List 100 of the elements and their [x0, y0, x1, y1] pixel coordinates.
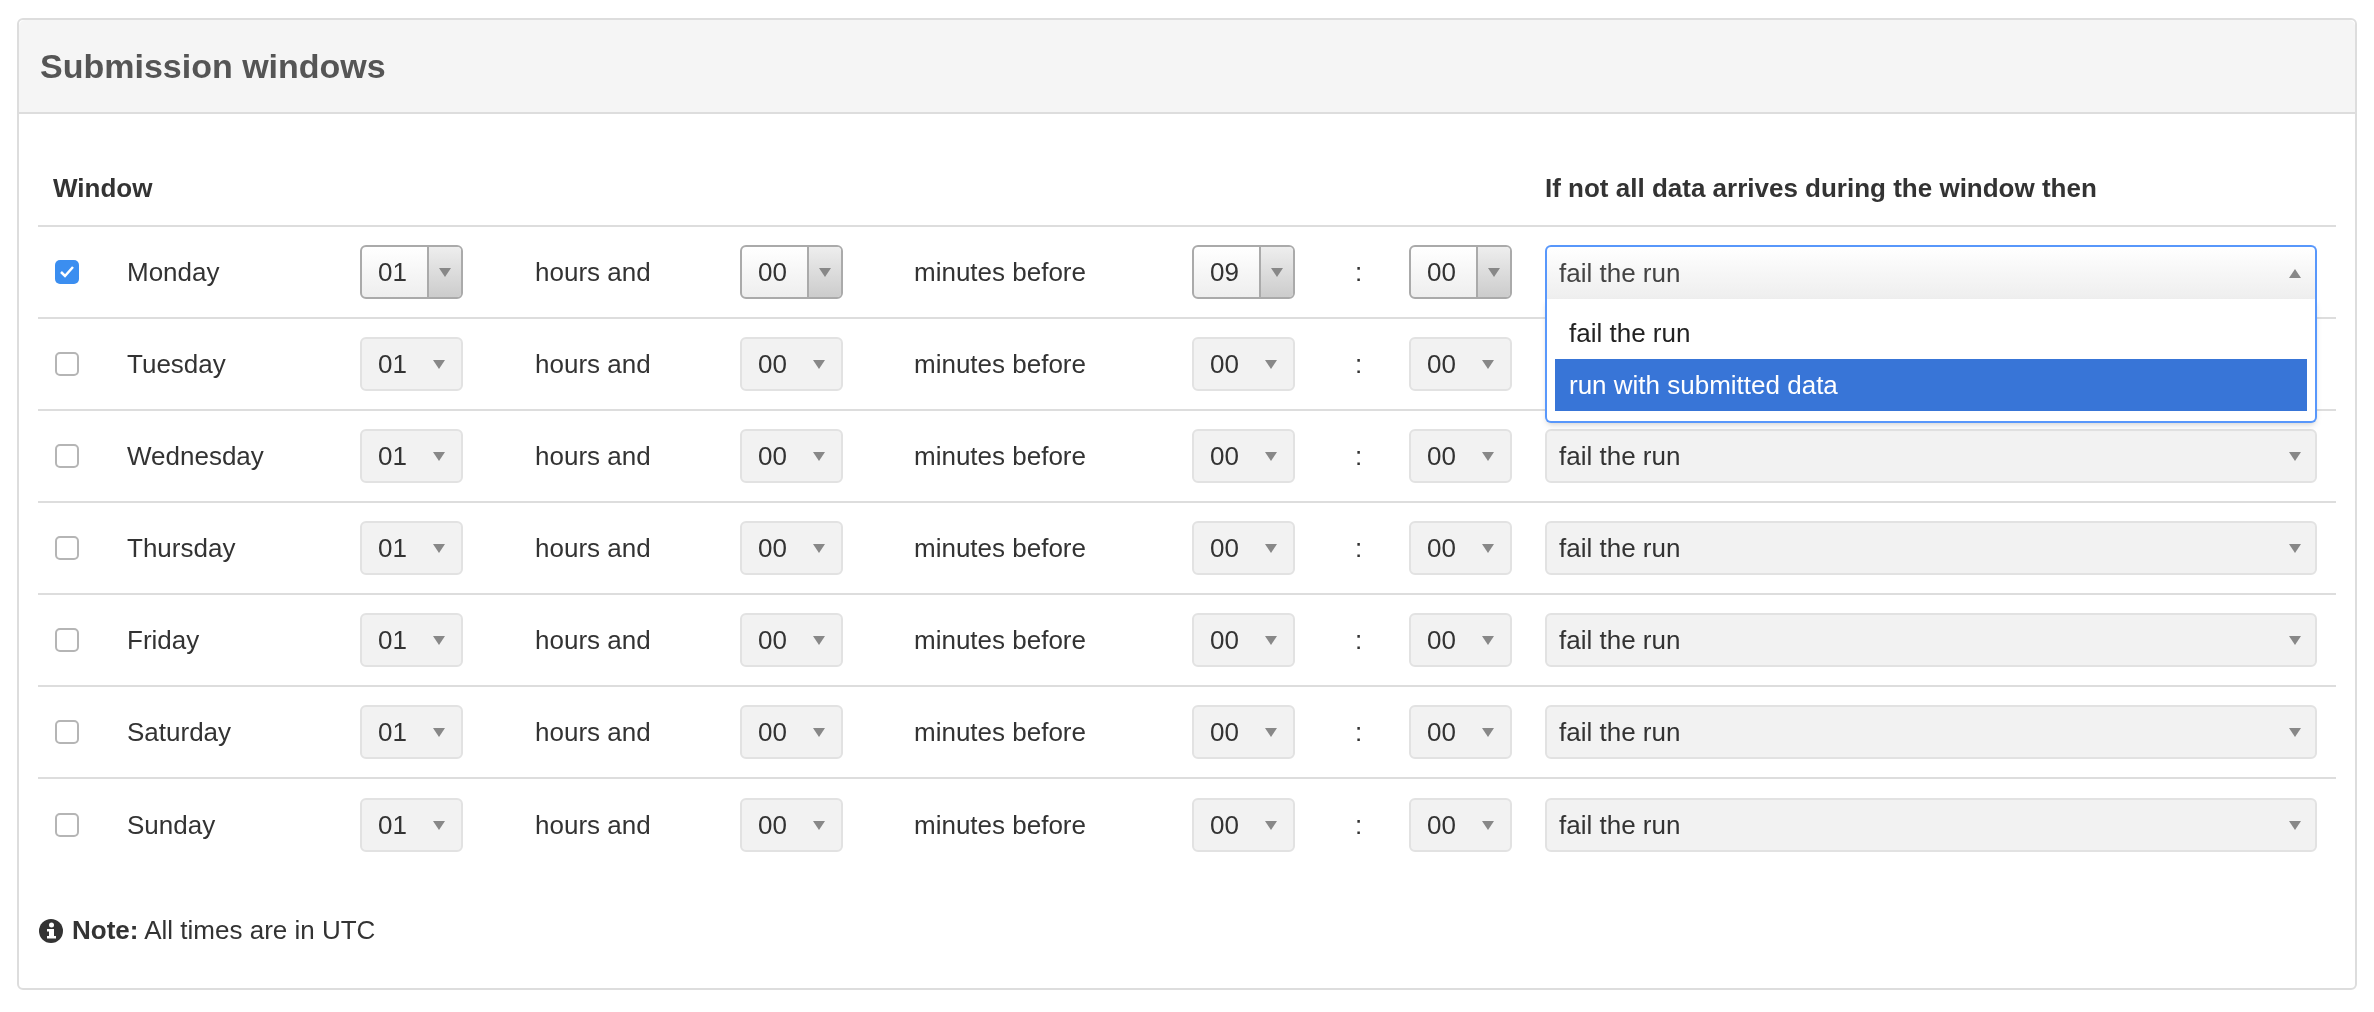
select-field[interactable]: 00: [740, 705, 843, 759]
caret-icon: [1488, 267, 1500, 277]
time-separator: :: [1355, 716, 1363, 747]
select-field[interactable]: fail the run: [1545, 521, 2317, 575]
select-field[interactable]: 00: [740, 245, 843, 299]
dropdown-option[interactable]: run with submitted data: [1555, 359, 2307, 411]
checkbox[interactable]: [55, 352, 79, 376]
checkbox[interactable]: [55, 813, 79, 837]
caret-icon: [813, 451, 825, 461]
checkbox[interactable]: [55, 628, 79, 652]
caret-icon: [1482, 543, 1494, 553]
select-field[interactable]: 09: [1192, 245, 1295, 299]
hours-label: hours and: [535, 809, 651, 840]
minutes-label: minutes before: [914, 716, 1086, 747]
caret-icon: [433, 543, 445, 553]
caret-icon: [1265, 820, 1277, 830]
checkbox[interactable]: [55, 536, 79, 560]
select-field[interactable]: fail the run: [1545, 429, 2317, 483]
minutes-label: minutes before: [914, 809, 1086, 840]
select-field[interactable]: 00: [1192, 798, 1295, 852]
caret-icon: [819, 267, 831, 277]
select-field[interactable]: 01: [360, 429, 463, 483]
select-field[interactable]: 00: [1409, 245, 1512, 299]
select-field[interactable]: 01: [360, 705, 463, 759]
select-field[interactable]: 01: [360, 613, 463, 667]
minutes-label: minutes before: [914, 440, 1086, 471]
caret-icon: [1482, 635, 1494, 645]
caret-icon: [433, 451, 445, 461]
select-field[interactable]: 00: [1409, 429, 1512, 483]
select-field[interactable]: 00: [1409, 521, 1512, 575]
select-field[interactable]: 00: [740, 429, 843, 483]
select-field[interactable]: 00: [1192, 337, 1295, 391]
caret-icon: [1265, 727, 1277, 737]
day-label: Wednesday: [127, 440, 264, 471]
select-field[interactable]: 00: [1409, 613, 1512, 667]
time-separator: :: [1355, 624, 1363, 655]
select-field[interactable]: 00: [1409, 705, 1512, 759]
caret-icon: [433, 727, 445, 737]
select-field[interactable]: 00: [1192, 429, 1295, 483]
caret-icon: [433, 635, 445, 645]
time-separator: :: [1355, 809, 1363, 840]
caret-icon: [813, 359, 825, 369]
day-label: Tuesday: [127, 348, 226, 379]
select-field[interactable]: fail the run: [1545, 245, 2317, 299]
select-field[interactable]: 00: [740, 521, 843, 575]
caret-icon: [2289, 820, 2301, 830]
minutes-label: minutes before: [914, 348, 1086, 379]
dropdown-option[interactable]: fail the run: [1555, 307, 2307, 359]
panel-title: Submission windows: [40, 45, 386, 87]
caret-icon: [433, 359, 445, 369]
caret-icon: [2289, 543, 2301, 553]
select-field[interactable]: fail the run: [1545, 705, 2317, 759]
select-field[interactable]: 01: [360, 521, 463, 575]
time-separator: :: [1355, 256, 1363, 287]
select-field[interactable]: 00: [740, 613, 843, 667]
caret-icon: [1271, 267, 1283, 277]
select-field[interactable]: 01: [360, 245, 463, 299]
select-field[interactable]: 01: [360, 337, 463, 391]
caret-icon: [2289, 451, 2301, 461]
select-field[interactable]: 00: [740, 798, 843, 852]
note-text: Note: All times are in UTC: [72, 914, 376, 947]
caret-icon: [813, 820, 825, 830]
day-label: Sunday: [127, 809, 216, 840]
select-field[interactable]: 00: [1409, 337, 1512, 391]
select-field[interactable]: 00: [1409, 798, 1512, 852]
caret-icon: [1482, 820, 1494, 830]
caret-icon: [433, 820, 445, 830]
minutes-label: minutes before: [914, 532, 1086, 563]
day-label: Friday: [127, 624, 200, 655]
select-field[interactable]: 00: [740, 337, 843, 391]
caret-icon: [813, 543, 825, 553]
caret-icon: [2289, 635, 2301, 645]
select-field[interactable]: 00: [1192, 521, 1295, 575]
time-separator: :: [1355, 440, 1363, 471]
check-icon: [59, 265, 75, 279]
checkbox[interactable]: [55, 720, 79, 744]
caret-icon: [1482, 727, 1494, 737]
caret-icon: [1265, 543, 1277, 553]
minutes-label: minutes before: [914, 624, 1086, 655]
select-field[interactable]: 00: [1192, 613, 1295, 667]
hours-label: hours and: [535, 716, 651, 747]
info-icon: [38, 917, 64, 944]
select-field[interactable]: 01: [360, 798, 463, 852]
caret-icon: [1265, 359, 1277, 369]
day-label: Monday: [127, 256, 220, 287]
caret-icon: [813, 635, 825, 645]
select-field[interactable]: fail the run: [1545, 613, 2317, 667]
select-field[interactable]: 00: [1192, 705, 1295, 759]
caret-icon: [1265, 635, 1277, 645]
hours-label: hours and: [535, 348, 651, 379]
minutes-label: minutes before: [914, 256, 1086, 287]
caret-icon: [2289, 268, 2301, 278]
checkbox[interactable]: [55, 444, 79, 468]
checkbox[interactable]: [55, 260, 79, 284]
hours-label: hours and: [535, 624, 651, 655]
caret-icon: [1482, 451, 1494, 461]
time-separator: :: [1355, 348, 1363, 379]
column-header: If not all data arrives during the window then: [1545, 171, 2097, 205]
select-field[interactable]: fail the run: [1545, 798, 2317, 852]
day-label: Thursday: [127, 532, 236, 563]
